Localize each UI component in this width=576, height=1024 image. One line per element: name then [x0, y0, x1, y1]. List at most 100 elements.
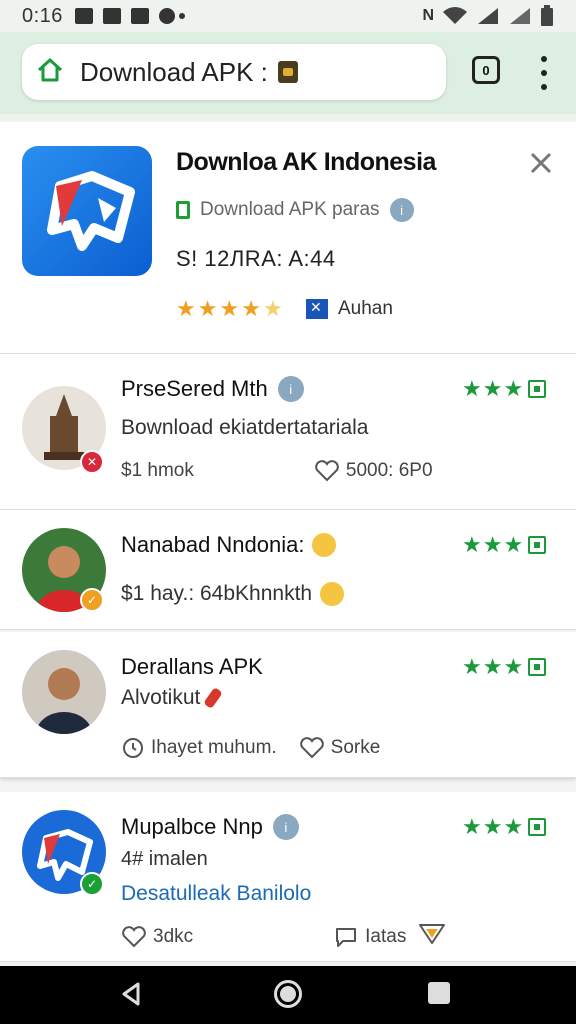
wifi-icon: [442, 6, 468, 26]
info-icon[interactable]: i: [389, 198, 414, 222]
star-icon: ★: [482, 532, 503, 557]
star-icon: ★: [462, 532, 482, 557]
reviewer-name: Nanabad Nndonia:: [121, 532, 337, 558]
back-icon[interactable]: [120, 982, 142, 1011]
status-bar: 0:16 N: [0, 0, 576, 32]
flag-icon[interactable]: [528, 380, 547, 398]
review-stars: ★ ★ ★: [462, 376, 547, 402]
notification-dot-icon: [178, 13, 185, 19]
star-icon: ★: [197, 296, 218, 321]
review-card[interactable]: Derallans APK ★ ★ ★ Alvotikut Ihayet muh…: [0, 632, 576, 778]
reviewer-name-text: Derallans APK: [121, 654, 263, 679]
like-button[interactable]: 3dkc: [121, 926, 193, 948]
rating-stars: ★ ★ ★ ★ ★: [176, 296, 283, 322]
dot-icon: [541, 84, 547, 90]
status-time: 0:16: [22, 4, 63, 27]
star-icon: ★: [482, 376, 503, 401]
dot-icon: [541, 70, 547, 76]
developer-row[interactable]: Download APK paras i: [176, 198, 414, 222]
review-text: Bownload ekiatdertatariala: [121, 416, 369, 439]
browser-toolbar: Download APK : 0: [0, 32, 576, 114]
heart-icon: [315, 460, 339, 482]
info-icon[interactable]: i: [272, 814, 299, 840]
review-stars: ★ ★ ★: [462, 532, 547, 558]
comment-button[interactable]: Iatas: [333, 925, 406, 949]
developer-name: Download APK paras: [200, 199, 380, 220]
star-icon: ★: [462, 654, 482, 679]
notification-icon: [158, 8, 175, 24]
emoji-icon: [312, 533, 337, 557]
review-footer: $1 hmok 5000: 6P0: [121, 460, 433, 482]
reviewer-name-text: Nanabad Nndonia:: [121, 532, 305, 557]
content-panel: Downloa AK Indonesia Download APK paras …: [0, 122, 576, 962]
flag-icon[interactable]: [528, 818, 547, 836]
signal-icon: [476, 6, 500, 26]
star-icon: ★: [176, 296, 196, 321]
star-icon: ★: [503, 654, 524, 679]
app-meta: S! 12ЛRA: A:44: [176, 246, 336, 271]
review-text: 4# imalen: [121, 848, 208, 870]
comment-count: Iatas: [365, 926, 407, 947]
comment-icon: [336, 928, 357, 947]
flag-icon[interactable]: [528, 536, 547, 554]
url-text: Download APK :: [80, 56, 268, 87]
like-button[interactable]: 5000: 6P0: [314, 460, 433, 482]
reviewer-name-text: PrseSered Mth: [121, 376, 268, 401]
review-card[interactable]: ✕ PrseSered Mth i ★ ★ ★ Bownload ekiatde…: [0, 354, 576, 510]
recent-apps-icon[interactable]: [428, 982, 450, 1004]
battery-icon: [540, 5, 554, 27]
home-nav-icon[interactable]: [274, 980, 302, 1008]
overflow-menu-button[interactable]: [536, 56, 552, 90]
review-text: $1 hay.: 64bKhnnkth: [121, 582, 345, 606]
like-count: 3dkc: [153, 926, 194, 947]
like-count: Sorke: [330, 737, 381, 758]
info-icon[interactable]: i: [277, 376, 304, 402]
close-icon[interactable]: [528, 150, 554, 176]
check-badge-icon: ✓: [80, 872, 104, 896]
nfc-icon: N: [422, 7, 434, 24]
site-badge-icon: [277, 61, 298, 83]
star-icon: ★: [503, 532, 524, 557]
check-badge-icon: ✓: [80, 588, 104, 612]
url-bar[interactable]: Download APK :: [22, 44, 446, 100]
review-stars: ★ ★ ★: [462, 654, 547, 680]
close-badge-icon: ✕: [80, 450, 104, 474]
app-title: Downloa AK Indonesia: [176, 148, 436, 176]
review-text-content: Alvotikut: [121, 686, 201, 709]
reviewer-name: Mupalbce Nnp i: [121, 814, 299, 840]
review-link[interactable]: Desatulleak Banilolo: [121, 882, 311, 906]
author-name: Auhan: [338, 298, 393, 319]
notification-icon: [102, 8, 121, 24]
pin-icon: [203, 686, 224, 710]
review-card[interactable]: ✓ Mupalbce Nnp i ★ ★ ★ 4# imalen Desatul…: [0, 792, 576, 962]
heart-icon: [122, 926, 146, 948]
reviewer-name: Derallans APK: [121, 654, 263, 680]
system-nav-bar: [0, 966, 576, 1024]
star-icon: ★: [503, 376, 524, 401]
app-logo-icon: [22, 146, 152, 276]
review-stars: ★ ★ ★: [462, 814, 547, 840]
developer-icon: [176, 201, 190, 219]
signal-icon: [508, 6, 532, 26]
dot-icon: [541, 56, 547, 62]
star-icon: ★: [219, 296, 240, 321]
share-icon[interactable]: [418, 922, 446, 952]
star-icon: ★: [503, 814, 524, 839]
app-header-card: Downloa AK Indonesia Download APK paras …: [0, 122, 576, 354]
like-button[interactable]: Sorke: [299, 737, 381, 759]
avatar[interactable]: [22, 650, 106, 734]
author-icon: [306, 299, 328, 319]
flag-icon[interactable]: [528, 658, 547, 676]
review-footer: Ihayet muhum. Sorke: [121, 736, 380, 760]
author-row[interactable]: Auhan: [306, 298, 393, 320]
review-footer: 3dkc Iatas: [121, 922, 446, 952]
review-date: Ihayet muhum.: [151, 737, 277, 758]
reviewer-name: PrseSered Mth i: [121, 376, 304, 402]
like-count: 5000: 6P0: [345, 460, 433, 481]
heart-icon: [299, 737, 324, 759]
home-icon[interactable]: [36, 57, 64, 88]
tab-switcher-button[interactable]: 0: [472, 56, 500, 84]
clock-icon: [123, 738, 143, 758]
review-date: $1 hmok: [121, 460, 194, 481]
review-card[interactable]: ✓ Nanabad Nndonia: ★ ★ ★ $1 hay.: 64bKhn…: [0, 510, 576, 630]
